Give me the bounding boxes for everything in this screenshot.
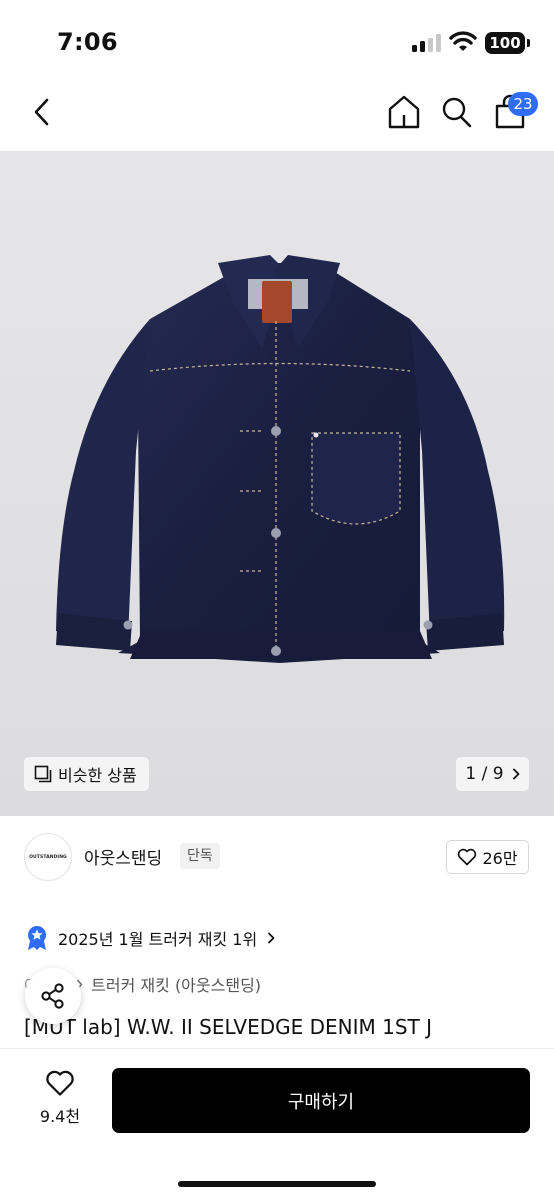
heart-icon (46, 1070, 74, 1096)
brand-name[interactable]: 아웃스탠딩 (84, 844, 162, 869)
battery-indicator: 100 (485, 32, 525, 54)
wishlist-count: 9.4천 (39, 1107, 81, 1126)
share-button[interactable] (25, 968, 81, 1024)
home-icon[interactable] (386, 93, 422, 131)
ranking-link[interactable]: 2025년 1월 트러커 재킷 1위 (26, 924, 275, 952)
similar-products-label: 비슷한 상품 (58, 766, 137, 785)
brand-like-button[interactable]: 26만 (446, 840, 529, 874)
image-page-counter[interactable]: 1 / 9 (456, 757, 529, 791)
search-icon[interactable] (440, 94, 474, 130)
similar-items-icon (34, 765, 52, 783)
page-counter-text: 1 / 9 (465, 764, 504, 784)
product-image-gallery[interactable]: 비슷한 상품 1 / 9 (0, 151, 554, 816)
battery-tip (527, 39, 530, 47)
status-bar: 7:06 100 (0, 0, 554, 80)
brand-like-count: 26만 (482, 849, 518, 868)
back-icon[interactable] (26, 94, 60, 130)
similar-products-button[interactable]: 비슷한 상품 (24, 757, 149, 791)
wifi-icon (449, 31, 477, 51)
bottom-purchase-bar: 9.4천 구매하기 (0, 1048, 554, 1200)
ranking-text: 2025년 1월 트러커 재킷 1위 (58, 930, 258, 949)
share-icon (41, 983, 64, 1009)
status-time: 7:06 (57, 28, 118, 56)
signal-icon (412, 34, 442, 52)
home-indicator (178, 1181, 376, 1187)
top-nav (0, 80, 554, 150)
chevron-right-icon (512, 768, 519, 780)
cart-count-badge: 23 (508, 92, 538, 116)
product-title: [MUT lab] W.W. II SELVEDGE DENIM 1ST J (24, 1015, 433, 1039)
brand-row: OUTSTANDING 아웃스탠딩 단독 26만 (0, 828, 554, 888)
wishlist-button[interactable]: 9.4천 (30, 1069, 90, 1127)
breadcrumb-item-category[interactable]: 트러커 재킷 (아웃스탠딩) (91, 972, 261, 996)
chevron-right-icon (268, 932, 275, 944)
exclusive-badge: 단독 (180, 843, 220, 869)
heart-icon (458, 848, 477, 866)
brand-logo[interactable]: OUTSTANDING (24, 833, 72, 881)
ranking-medal-icon (28, 926, 46, 950)
product-image (56, 255, 505, 663)
buy-button[interactable]: 구매하기 (112, 1068, 530, 1133)
brand-logo-text: OUTSTANDING (29, 854, 67, 860)
